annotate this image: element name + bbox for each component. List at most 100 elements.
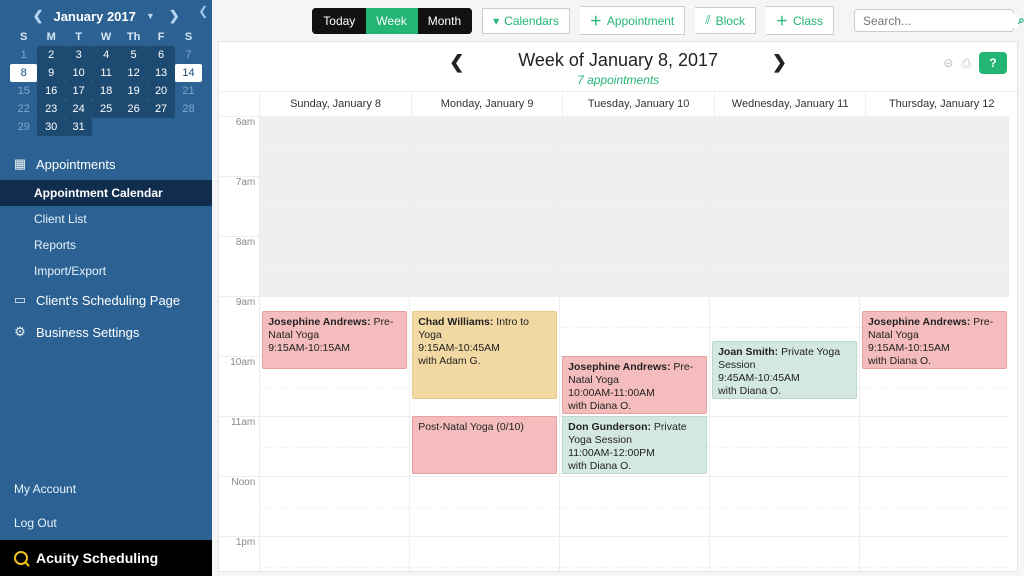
- mini-day[interactable]: 7: [175, 46, 202, 64]
- mini-day[interactable]: 24: [65, 100, 92, 118]
- hour-cell[interactable]: [260, 476, 409, 536]
- hour-cell[interactable]: [260, 176, 409, 236]
- day-column[interactable]: Josephine Andrews: Pre-Natal Yoga9:15AM-…: [259, 116, 409, 571]
- hour-cell[interactable]: [260, 416, 409, 476]
- appointment[interactable]: Josephine Andrews: Pre-Natal Yoga9:15AM-…: [262, 311, 407, 369]
- mini-day[interactable]: 9: [37, 64, 64, 82]
- mini-day[interactable]: 6: [147, 46, 174, 64]
- nav-sub-item[interactable]: Import/Export: [0, 258, 212, 284]
- mini-day[interactable]: 21: [175, 82, 202, 100]
- appointment[interactable]: Post-Natal Yoga (0/10): [412, 416, 557, 474]
- appointment[interactable]: Josephine Andrews: Pre-Natal Yoga10:00AM…: [562, 356, 707, 414]
- hour-cell[interactable]: [710, 476, 859, 536]
- mini-day[interactable]: 26: [120, 100, 147, 118]
- day-column[interactable]: Joan Smith: Private Yoga Session9:45AM-1…: [709, 116, 859, 571]
- hour-cell[interactable]: [710, 416, 859, 476]
- hour-cell[interactable]: [260, 536, 409, 571]
- mini-day[interactable]: 20: [147, 82, 174, 100]
- hour-cell[interactable]: [410, 116, 559, 176]
- hour-cell[interactable]: [860, 476, 1009, 536]
- month-dropdown-icon[interactable]: ▼: [142, 11, 159, 21]
- nav-sub-item[interactable]: Reports: [0, 232, 212, 258]
- block-button[interactable]: ⫽ Block: [695, 7, 756, 34]
- hour-cell[interactable]: [710, 116, 859, 176]
- hour-cell[interactable]: [260, 116, 409, 176]
- mini-day[interactable]: 30: [37, 118, 64, 136]
- mini-day[interactable]: 4: [92, 46, 119, 64]
- mini-day[interactable]: 23: [37, 100, 64, 118]
- hour-cell[interactable]: [710, 236, 859, 296]
- mini-day[interactable]: 27: [147, 100, 174, 118]
- today-button[interactable]: Today: [312, 8, 366, 34]
- month-button[interactable]: Month: [418, 8, 472, 34]
- hour-cell[interactable]: [560, 476, 709, 536]
- next-week-icon[interactable]: ❯: [772, 52, 787, 73]
- mini-day[interactable]: 18: [92, 82, 119, 100]
- nav-appointments[interactable]: ▦ Appointments: [0, 148, 212, 180]
- search-box[interactable]: ⌕: [854, 9, 1014, 32]
- nav-sub-item[interactable]: Appointment Calendar: [0, 180, 212, 206]
- appointment[interactable]: Don Gunderson: Private Yoga Session11:00…: [562, 416, 707, 474]
- hour-cell[interactable]: [560, 536, 709, 571]
- mini-day[interactable]: 22: [10, 100, 37, 118]
- search-icon[interactable]: ⌕: [1018, 13, 1024, 28]
- week-button[interactable]: Week: [366, 8, 417, 34]
- mini-day[interactable]: 17: [65, 82, 92, 100]
- calendars-filter-button[interactable]: ▾ Calendars: [482, 8, 570, 34]
- mini-day[interactable]: 29: [10, 118, 37, 136]
- mini-day[interactable]: 2: [37, 46, 64, 64]
- help-button[interactable]: ?: [979, 52, 1007, 74]
- next-month-icon[interactable]: ❯: [165, 8, 184, 24]
- hour-cell[interactable]: [860, 236, 1009, 296]
- mini-day[interactable]: 11: [92, 64, 119, 82]
- day-column[interactable]: Chad Williams: Intro to Yoga9:15AM-10:45…: [409, 116, 559, 571]
- appointment[interactable]: Josephine Andrews: Pre-Natal Yoga9:15AM-…: [862, 311, 1007, 369]
- mini-day[interactable]: 12: [120, 64, 147, 82]
- hour-cell[interactable]: [410, 476, 559, 536]
- mini-day[interactable]: 16: [37, 82, 64, 100]
- calendar-grid[interactable]: 6am7am8am9am10am11amNoon1pmJosephine And…: [219, 116, 1017, 571]
- hour-cell[interactable]: [560, 236, 709, 296]
- hour-cell[interactable]: [860, 176, 1009, 236]
- appointment[interactable]: Joan Smith: Private Yoga Session9:45AM-1…: [712, 341, 857, 399]
- sidebar-collapse-icon[interactable]: ❮: [198, 4, 208, 18]
- search-input[interactable]: [863, 14, 1018, 28]
- hour-cell[interactable]: [860, 536, 1009, 571]
- hour-cell[interactable]: [560, 176, 709, 236]
- mini-day[interactable]: 25: [92, 100, 119, 118]
- appointment[interactable]: Chad Williams: Intro to Yoga9:15AM-10:45…: [412, 311, 557, 399]
- mini-day[interactable]: 1: [10, 46, 37, 64]
- my-account-link[interactable]: My Account: [0, 472, 212, 506]
- nav-clients-page[interactable]: ▭ Client's Scheduling Page: [0, 284, 212, 316]
- new-appointment-button[interactable]: ＋ Appointment: [580, 6, 685, 35]
- hour-cell[interactable]: [860, 416, 1009, 476]
- log-out-link[interactable]: Log Out: [0, 506, 212, 540]
- nav-business-settings[interactable]: ⚙ Business Settings: [0, 316, 212, 348]
- month-label[interactable]: January 2017: [53, 9, 135, 24]
- mini-day[interactable]: 28: [175, 100, 202, 118]
- mini-day[interactable]: 10: [65, 64, 92, 82]
- day-column[interactable]: Josephine Andrews: Pre-Natal Yoga9:15AM-…: [859, 116, 1009, 571]
- mini-day[interactable]: 19: [120, 82, 147, 100]
- hour-cell[interactable]: [560, 296, 709, 356]
- zoom-icon[interactable]: ⊝: [943, 56, 953, 70]
- hour-cell[interactable]: [410, 176, 559, 236]
- mini-day[interactable]: 14: [175, 64, 202, 82]
- hour-cell[interactable]: [560, 116, 709, 176]
- hour-cell[interactable]: [860, 116, 1009, 176]
- mini-day[interactable]: 13: [147, 64, 174, 82]
- prev-week-icon[interactable]: ❮: [449, 52, 464, 73]
- hour-cell[interactable]: [410, 236, 559, 296]
- mini-day[interactable]: 31: [65, 118, 92, 136]
- mini-day[interactable]: 3: [65, 46, 92, 64]
- print-icon[interactable]: ⎙: [961, 56, 971, 71]
- class-button[interactable]: ＋ Class: [766, 6, 834, 35]
- mini-day[interactable]: 8: [10, 64, 37, 82]
- prev-month-icon[interactable]: ❮: [29, 8, 48, 24]
- day-column[interactable]: Josephine Andrews: Pre-Natal Yoga10:00AM…: [559, 116, 709, 571]
- hour-cell[interactable]: [260, 236, 409, 296]
- hour-cell[interactable]: [710, 536, 859, 571]
- hour-cell[interactable]: [410, 536, 559, 571]
- mini-day[interactable]: 15: [10, 82, 37, 100]
- nav-sub-item[interactable]: Client List: [0, 206, 212, 232]
